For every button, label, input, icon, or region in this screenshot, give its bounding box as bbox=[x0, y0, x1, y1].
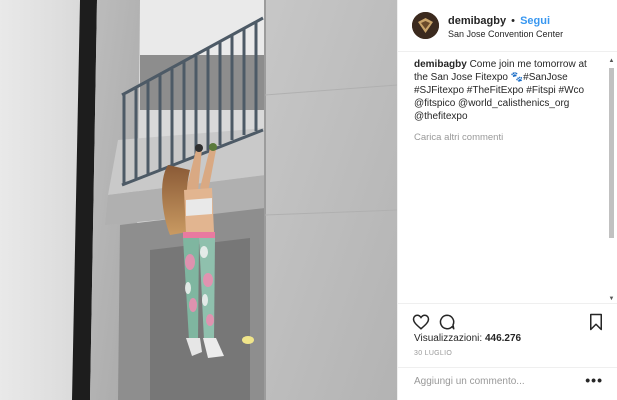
comment-icon[interactable] bbox=[438, 313, 456, 331]
add-comment-bar: ••• bbox=[398, 367, 617, 400]
username-link[interactable]: demibagby bbox=[448, 15, 506, 27]
post-sidebar: demibagby • Segui San Jose Convention Ce… bbox=[397, 0, 617, 400]
scroll-thumb[interactable] bbox=[609, 68, 614, 238]
comments-area: demibagby Come join me tomorrow at the S… bbox=[398, 58, 606, 303]
scroll-up-arrow-icon[interactable]: ▲ bbox=[608, 58, 615, 65]
avatar[interactable] bbox=[412, 12, 439, 39]
location-link[interactable]: San Jose Convention Center bbox=[448, 29, 563, 39]
scroll-down-arrow-icon[interactable]: ▼ bbox=[608, 296, 615, 303]
views-label: Visualizzazioni: bbox=[414, 333, 483, 344]
views-number: 446.276 bbox=[484, 333, 522, 344]
follow-button[interactable]: Segui bbox=[520, 15, 550, 27]
post-caption: demibagby Come join me tomorrow at the S… bbox=[414, 58, 606, 123]
post-photo[interactable] bbox=[0, 0, 397, 400]
more-options-button[interactable]: ••• bbox=[585, 372, 603, 388]
heart-icon[interactable] bbox=[412, 313, 430, 331]
comment-input[interactable] bbox=[414, 376, 574, 387]
profile-picture-icon bbox=[412, 12, 439, 39]
load-more-comments[interactable]: Carica altri commenti bbox=[414, 132, 606, 143]
photo-scene bbox=[0, 0, 397, 400]
views-count: Visualizzazioni: 446.276 bbox=[414, 333, 521, 344]
post-date[interactable]: 30 LUGLIO bbox=[414, 350, 452, 357]
instagram-post: demibagby • Segui San Jose Convention Ce… bbox=[0, 0, 617, 400]
comments-scrollbar[interactable]: ▲ ▼ bbox=[608, 58, 615, 303]
caption-username[interactable]: demibagby bbox=[414, 59, 467, 70]
post-header: demibagby • Segui San Jose Convention Ce… bbox=[398, 0, 617, 52]
username-line: demibagby • Segui bbox=[448, 15, 550, 27]
separator-dot: • bbox=[511, 15, 515, 27]
bookmark-icon[interactable] bbox=[587, 313, 605, 331]
